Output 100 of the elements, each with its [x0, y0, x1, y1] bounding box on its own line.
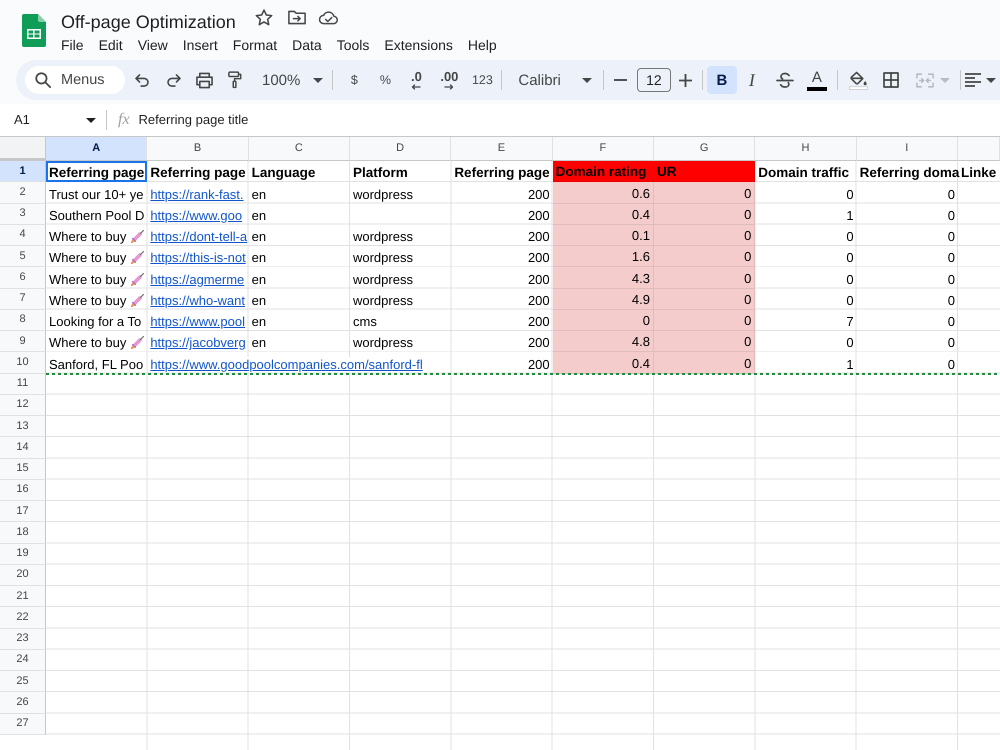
row-header[interactable]: 4 [0, 224, 46, 246]
row-header[interactable]: 3 [0, 204, 46, 225]
star-icon[interactable] [254, 8, 273, 26]
menu-item[interactable]: View [138, 35, 168, 55]
menu-item[interactable]: Help [468, 35, 497, 55]
menu-item[interactable]: Insert [182, 35, 218, 55]
table-cell-text: 0 [845, 270, 855, 288]
row-header[interactable]: 23 [0, 628, 46, 650]
row-header[interactable]: 10 [0, 352, 46, 374]
header-cell-text: Referring page [453, 164, 551, 182]
currency-button[interactable]: $ [340, 66, 368, 94]
minus-icon[interactable] [614, 79, 628, 81]
number-format-button[interactable]: 123 [468, 66, 496, 94]
table-cell-text: 0 [946, 313, 956, 331]
paint-roller-icon[interactable] [228, 71, 242, 89]
strikethrough-icon[interactable] [776, 72, 794, 88]
increase-decimal-button[interactable]: .00 [435, 66, 464, 94]
row-header[interactable]: 26 [0, 692, 46, 714]
table-cell: 0 [654, 246, 756, 268]
url-link[interactable]: https://this-is-not [150, 250, 246, 266]
name-box-field[interactable]: A1 [8, 108, 100, 132]
column-header[interactable]: G [654, 137, 756, 161]
cloud-check-icon[interactable] [318, 10, 339, 24]
column-header[interactable]: A [46, 137, 148, 161]
table-cell-text: wordpress [352, 186, 414, 204]
menu-item[interactable]: Edit [98, 35, 123, 55]
row-header[interactable]: 9 [0, 331, 46, 352]
url-link[interactable]: https://rank-fast. [150, 186, 244, 202]
borders-icon[interactable] [882, 72, 899, 88]
row-header[interactable]: 6 [0, 267, 46, 288]
table-cell: 0 [654, 182, 756, 204]
row-header[interactable]: 27 [0, 714, 46, 735]
table-cell-text: en [250, 292, 268, 310]
header-cell: Referring page [46, 161, 148, 182]
text-color-button[interactable]: A [802, 66, 831, 94]
row-header[interactable]: 24 [0, 650, 46, 671]
decrease-decimal-button[interactable]: .0 [402, 66, 430, 94]
sheets-logo-icon[interactable] [22, 14, 46, 47]
url-link[interactable]: https://jacobverg [150, 335, 246, 350]
fx-label: fx [118, 112, 130, 128]
row-header[interactable]: 1 [0, 161, 46, 182]
row-header[interactable]: 5 [0, 246, 46, 268]
row-header[interactable]: 2 [0, 182, 46, 204]
column-header[interactable]: E [451, 137, 553, 161]
table-cell-text: Southern Pool D [48, 206, 146, 225]
row-header[interactable]: 25 [0, 671, 46, 692]
menu-item[interactable]: Data [292, 35, 322, 55]
row-header[interactable]: 8 [0, 310, 46, 331]
formula-field[interactable]: Referring page title [138, 110, 248, 130]
row-header[interactable]: 22 [0, 607, 46, 628]
row-header[interactable]: 12 [0, 394, 46, 416]
row-header[interactable]: 19 [0, 544, 46, 565]
menu-item[interactable]: Tools [336, 35, 370, 55]
url-link[interactable]: https://www.goo [150, 208, 242, 223]
row-header[interactable]: 13 [0, 416, 46, 438]
italic-button[interactable]: I [738, 66, 766, 94]
column-header[interactable]: I [856, 137, 958, 161]
swatch-icon [806, 86, 827, 90]
column-header[interactable]: F [552, 137, 654, 161]
url-link[interactable]: https://www.goodpoolcompanies.com/sanford-fl [150, 356, 423, 372]
row-header[interactable]: 11 [0, 374, 46, 395]
paint-bucket-icon[interactable] [849, 70, 868, 90]
menu-item[interactable]: File [61, 35, 84, 55]
menu-item[interactable]: Format [232, 35, 278, 55]
table-cell-text: 0 [946, 292, 956, 310]
row-header[interactable]: 14 [0, 437, 46, 458]
row-header[interactable]: 20 [0, 564, 46, 586]
url-link[interactable]: https://dont-tell-a [150, 229, 248, 244]
column-header[interactable]: D [350, 137, 452, 161]
column-header[interactable]: C [248, 137, 350, 161]
menu-item[interactable]: Extensions [384, 35, 453, 55]
column-header[interactable]: H [755, 137, 857, 161]
row-header[interactable]: 18 [0, 522, 46, 544]
url-link[interactable]: https://who-want [150, 292, 245, 308]
row-header[interactable]: 16 [0, 480, 46, 501]
bold-button[interactable]: B [706, 66, 737, 94]
url-link[interactable]: https://www.pool [150, 314, 245, 329]
table-cell: 0 [654, 310, 756, 331]
print-icon[interactable] [194, 72, 214, 88]
document-title[interactable]: Off-page Optimization [61, 10, 236, 34]
zoom-dropdown[interactable]: 100% [252, 66, 330, 94]
table-cell: 1.6 [552, 246, 654, 268]
plus-icon[interactable] [679, 74, 692, 86]
undo-icon[interactable] [134, 74, 150, 86]
table-cell-text: 200 [526, 206, 551, 225]
font-size-field[interactable]: 12 [636, 68, 671, 92]
table-cell-text: 200 [526, 356, 551, 374]
font-dropdown[interactable]: Calibri [508, 66, 598, 94]
table-cell: 4.9 [552, 288, 654, 310]
folder-arrow-icon[interactable] [288, 10, 306, 24]
url-link[interactable]: https://agmerme [150, 272, 244, 286]
row-header[interactable]: 15 [0, 458, 46, 480]
table-cell-text: 0 [946, 228, 956, 246]
percent-button[interactable]: % [371, 66, 400, 94]
search-field[interactable]: Menus [25, 66, 125, 94]
row-header[interactable]: 17 [0, 501, 46, 522]
row-header[interactable]: 7 [0, 288, 46, 310]
redo-icon[interactable] [166, 74, 180, 86]
column-header[interactable]: B [147, 137, 249, 161]
row-header[interactable]: 21 [0, 586, 46, 608]
